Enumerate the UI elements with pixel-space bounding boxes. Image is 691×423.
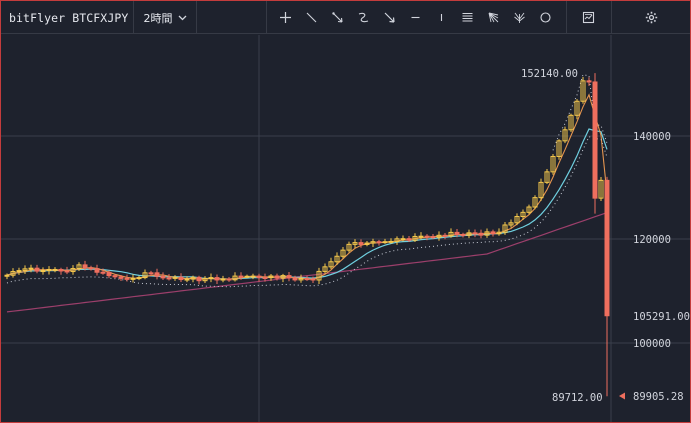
axis-tick-label: 120000 bbox=[633, 234, 671, 246]
candle bbox=[142, 269, 148, 280]
candle bbox=[22, 265, 28, 275]
candle bbox=[604, 176, 610, 397]
fast-moving-average-line bbox=[6, 93, 608, 280]
toolbar-divider bbox=[611, 1, 612, 34]
pitchfork-fan-icon[interactable] bbox=[506, 1, 532, 34]
candle bbox=[442, 232, 448, 240]
trend-line-icon[interactable] bbox=[298, 1, 324, 34]
candle bbox=[598, 176, 604, 201]
candle bbox=[550, 154, 556, 175]
candle bbox=[232, 272, 238, 282]
toolbar-divider bbox=[566, 1, 567, 34]
candle bbox=[412, 233, 418, 243]
interval-label: 2時間 bbox=[143, 11, 173, 25]
candle bbox=[226, 277, 232, 282]
candle bbox=[592, 73, 598, 214]
candle bbox=[478, 229, 484, 239]
candle bbox=[568, 113, 574, 133]
candle bbox=[370, 238, 376, 247]
candle bbox=[448, 228, 454, 238]
settings-gear-icon[interactable] bbox=[638, 1, 664, 34]
symbol-name[interactable]: bitFlyer BTCFXJPY bbox=[1, 1, 133, 34]
candle bbox=[130, 274, 136, 283]
candle bbox=[538, 178, 544, 202]
chevron-down-icon bbox=[178, 15, 186, 20]
candle bbox=[214, 274, 220, 284]
candle bbox=[208, 273, 214, 283]
candle bbox=[52, 267, 58, 273]
candle bbox=[346, 241, 352, 253]
circle-icon[interactable] bbox=[532, 1, 558, 34]
candle bbox=[172, 275, 178, 281]
price-chart[interactable]: 140000 120000 100000 105291.00 89905.28 … bbox=[1, 35, 691, 423]
arrow-down-icon[interactable] bbox=[376, 1, 402, 34]
candles bbox=[4, 73, 610, 397]
axis-tick-label: 140000 bbox=[633, 131, 671, 143]
horizontal-line-icon[interactable] bbox=[402, 1, 428, 34]
candle bbox=[490, 229, 496, 237]
candle bbox=[574, 99, 580, 120]
candle bbox=[256, 273, 262, 282]
toolbar-divider bbox=[196, 1, 197, 34]
candle bbox=[352, 239, 358, 249]
candle bbox=[244, 274, 250, 279]
candle bbox=[304, 275, 310, 281]
candle bbox=[328, 257, 334, 269]
slow-moving-average-line bbox=[6, 212, 608, 313]
candlestick-chart[interactable]: 140000 120000 100000 105291.00 89905.28 … bbox=[1, 35, 691, 423]
chart-grid bbox=[1, 35, 690, 422]
upper-band-line bbox=[552, 74, 608, 151]
candle bbox=[154, 268, 160, 280]
candle bbox=[496, 228, 502, 236]
candle bbox=[220, 275, 226, 283]
chart-snapshot-icon[interactable] bbox=[575, 1, 601, 34]
candle bbox=[88, 265, 94, 271]
candle bbox=[46, 266, 52, 275]
candle bbox=[508, 219, 514, 228]
last-price-marker-icon bbox=[619, 392, 625, 400]
candle bbox=[376, 239, 382, 246]
candle bbox=[202, 276, 208, 283]
candle bbox=[94, 264, 100, 276]
candle bbox=[196, 275, 202, 285]
low-marker-label: 89905.28 bbox=[633, 391, 684, 403]
low-price-annotation: 89712.00 bbox=[552, 392, 603, 404]
gann-fan-icon[interactable] bbox=[480, 1, 506, 34]
chart-window-frame: bitFlyer BTCFXJPY 2時間 140000 120000 1000… bbox=[0, 0, 691, 423]
candle bbox=[562, 126, 568, 144]
candle bbox=[460, 232, 466, 238]
candle bbox=[544, 168, 550, 184]
candle bbox=[40, 267, 46, 275]
candle bbox=[472, 229, 478, 238]
candle bbox=[64, 266, 70, 275]
price-axis: 140000 120000 100000 105291.00 89905.28 bbox=[619, 131, 690, 403]
candle bbox=[124, 274, 130, 282]
mid-moving-average-line bbox=[6, 128, 608, 280]
candle bbox=[382, 238, 388, 244]
interval-selector[interactable]: 2時間 bbox=[134, 1, 196, 34]
ray-arrow-icon[interactable] bbox=[324, 1, 350, 34]
vertical-line-icon[interactable] bbox=[428, 1, 454, 34]
candle bbox=[136, 275, 142, 281]
crosshair-icon[interactable] bbox=[272, 1, 298, 34]
candle bbox=[58, 267, 64, 275]
toolbar-divider bbox=[266, 1, 267, 34]
candle bbox=[280, 273, 286, 283]
current-price-label: 105291.00 bbox=[633, 311, 690, 323]
candle bbox=[160, 272, 166, 280]
fib-retracement-icon[interactable] bbox=[454, 1, 480, 34]
axis-tick-label: 100000 bbox=[633, 338, 671, 350]
candle bbox=[34, 264, 40, 274]
candle bbox=[16, 267, 22, 275]
candle bbox=[580, 77, 586, 104]
candle bbox=[178, 273, 184, 283]
candle bbox=[322, 263, 328, 274]
lower-band-line bbox=[6, 136, 608, 288]
candle bbox=[286, 271, 292, 282]
candle bbox=[532, 195, 538, 210]
candle bbox=[556, 139, 562, 160]
curve-icon[interactable] bbox=[350, 1, 376, 34]
high-price-annotation: 152140.00 bbox=[521, 68, 578, 80]
chart-toolbar: bitFlyer BTCFXJPY 2時間 bbox=[1, 1, 690, 34]
